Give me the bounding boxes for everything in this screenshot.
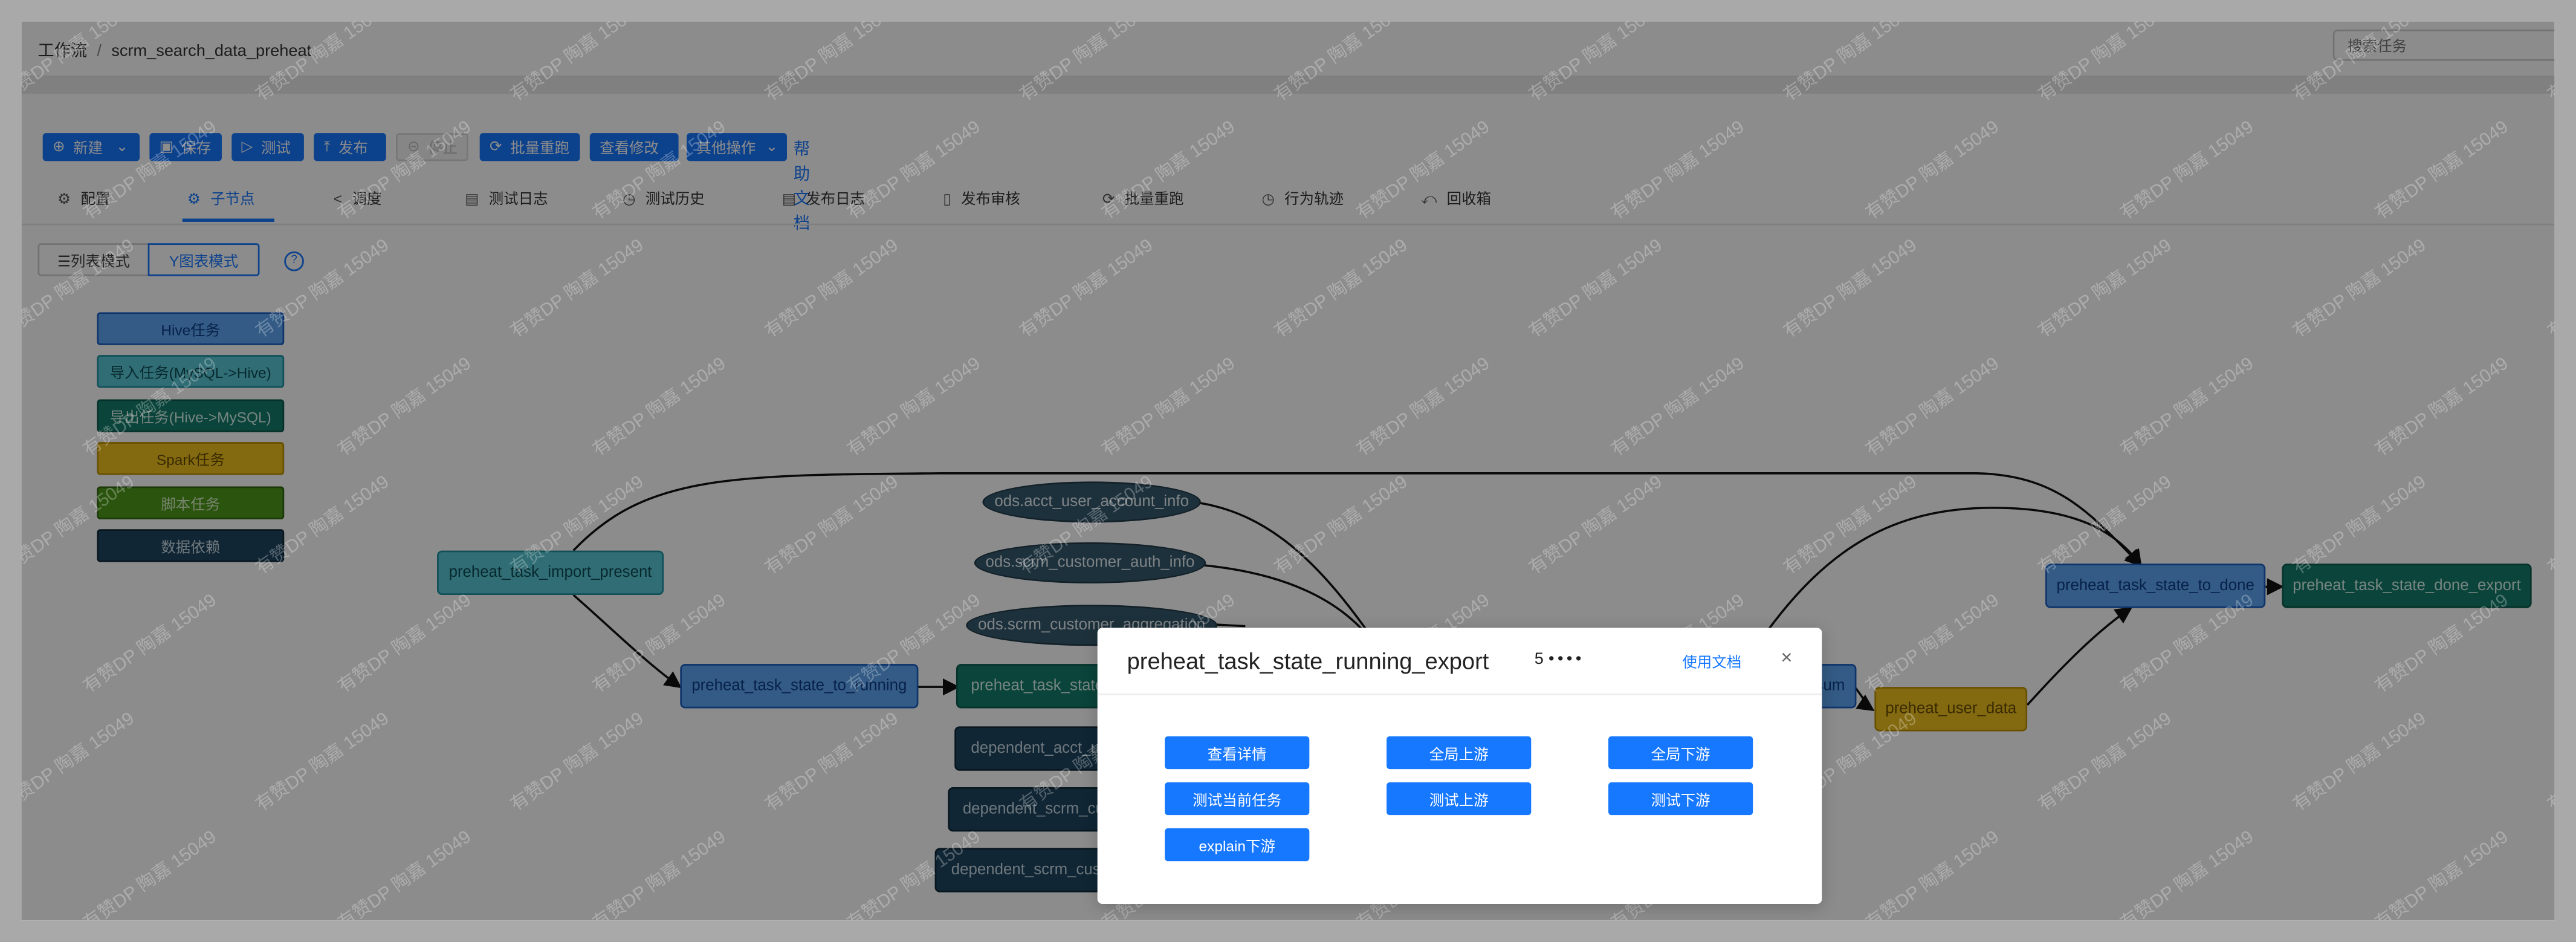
app-window: 工作流/scrm_search_data_preheat ⊕新建⌄ ▣保存 ▷测…	[21, 21, 2555, 921]
global-upstream-button[interactable]: 全局上游	[1387, 736, 1532, 770]
view-detail-button[interactable]: 查看详情	[1165, 736, 1310, 770]
usage-doc-link[interactable]: 使用文档	[1682, 651, 1741, 672]
test-upstream-button[interactable]: 测试上游	[1387, 782, 1532, 816]
rating-number: 5	[1534, 651, 1544, 669]
explain-downstream-button[interactable]: explain下游	[1165, 828, 1310, 862]
screen: 工作流/scrm_search_data_preheat ⊕新建⌄ ▣保存 ▷测…	[0, 0, 2576, 942]
node-actions-modal: preheat_task_state_running_export 5 •••• …	[1097, 628, 1822, 904]
global-downstream-button[interactable]: 全局下游	[1608, 736, 1753, 770]
rating-indicator: 5 ••••	[1535, 651, 1585, 669]
test-current-button[interactable]: 测试当前任务	[1165, 782, 1310, 816]
modal-title: preheat_task_state_running_export	[1127, 647, 1489, 674]
close-icon[interactable]: ×	[1781, 646, 1792, 669]
modal-divider	[1097, 694, 1822, 695]
rating-dots: ••••	[1548, 651, 1585, 669]
test-downstream-button[interactable]: 测试下游	[1608, 782, 1753, 816]
